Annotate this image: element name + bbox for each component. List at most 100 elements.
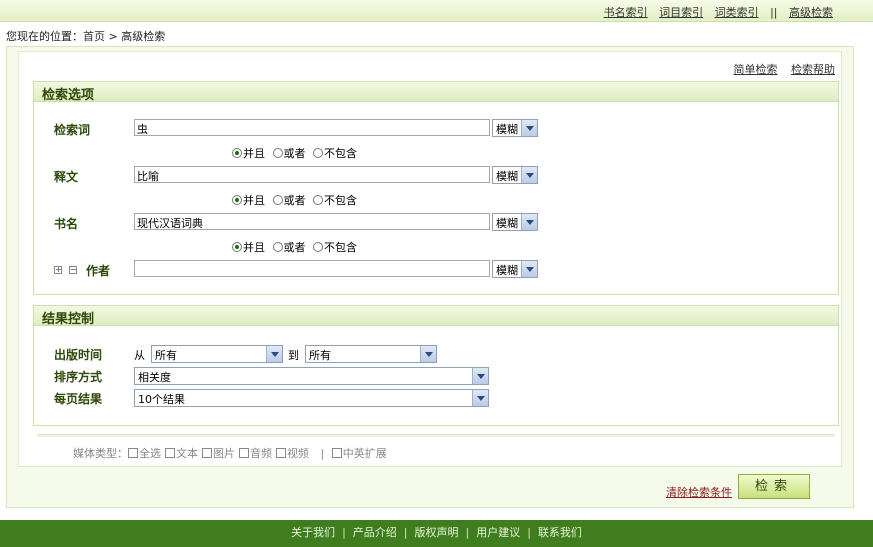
chevron-down-icon <box>266 346 282 362</box>
definition-match-value: 模糊 <box>496 170 518 183</box>
definition-operator-group: 并且 或者 不包含 <box>232 192 361 208</box>
checkbox-label: 文本 <box>176 447 198 460</box>
result-control-panel: 结果控制 出版时间 从 所有 到 所有 排序方式 相关度 每页结果 10个结果 <box>33 305 839 426</box>
per-page-select[interactable]: 10个结果 <box>134 389 489 407</box>
checkbox-label: 全选 <box>139 447 161 460</box>
to-label: 到 <box>288 349 299 362</box>
chevron-down-icon <box>521 120 537 136</box>
footer: 关于我们 | 产品介绍 | 版权声明 | 用户建议 | 联系我们 <box>0 520 873 547</box>
radio-or-keyword[interactable] <box>272 148 283 158</box>
search-help-link[interactable]: 检索帮助 <box>791 63 835 76</box>
radio-and-book-title[interactable] <box>232 242 242 252</box>
checkbox-video[interactable] <box>276 448 286 458</box>
pub-time-from-value: 所有 <box>155 349 177 362</box>
top-nav: 书名索引 词目索引 词类索引 || 高级检索 <box>596 4 833 20</box>
footer-about-link[interactable]: 关于我们 <box>291 526 335 539</box>
radio-and-definition[interactable] <box>232 195 242 205</box>
main-container: 简单检索 检索帮助 检索选项 检索词 虫 模糊 并且 或者 不包含 释文 比喻 … <box>6 46 854 508</box>
keyword-label: 检索词 <box>54 123 91 137</box>
checkbox-image[interactable] <box>202 448 212 458</box>
radio-label: 不包含 <box>324 147 357 160</box>
radio-label: 或者 <box>283 147 306 160</box>
definition-match-select[interactable]: 模糊 <box>492 166 538 184</box>
book-title-operator-group: 并且 或者 不包含 <box>232 239 361 255</box>
checkbox-select-all[interactable] <box>128 448 138 458</box>
radio-label: 不包含 <box>324 194 357 207</box>
breadcrumb-arrow: > <box>108 30 118 43</box>
breadcrumb-prefix: 您现在的位置： <box>6 30 83 43</box>
checkbox-label: 视频 <box>287 447 309 460</box>
radio-label: 并且 <box>243 241 265 254</box>
author-match-value: 模糊 <box>496 264 518 277</box>
footer-separator: | <box>465 526 470 539</box>
pub-time-from-select[interactable]: 所有 <box>151 345 283 363</box>
radio-or-definition[interactable] <box>272 195 283 205</box>
radio-not-book-title[interactable] <box>313 242 323 252</box>
radio-or-book-title[interactable] <box>272 242 283 252</box>
per-page-label: 每页结果 <box>54 392 103 406</box>
keyword-match-select[interactable]: 模糊 <box>492 119 538 137</box>
book-title-match-select[interactable]: 模糊 <box>492 213 538 231</box>
entry-index-link[interactable]: 词目索引 <box>659 6 703 19</box>
pub-time-to-value: 所有 <box>309 349 331 362</box>
result-control-title: 结果控制 <box>34 306 838 327</box>
chevron-down-icon <box>420 346 436 362</box>
search-options-panel: 检索选项 检索词 虫 模糊 并且 或者 不包含 释文 比喻 模糊 并且 或者 不… <box>33 81 839 295</box>
sort-select[interactable]: 相关度 <box>134 367 489 385</box>
footer-contact-link[interactable]: 联系我们 <box>538 526 582 539</box>
book-index-link[interactable]: 书名索引 <box>604 6 648 19</box>
clear-conditions-link[interactable]: 清除检索条件 <box>666 484 732 500</box>
chevron-down-icon <box>472 368 488 384</box>
search-options-title: 检索选项 <box>34 82 838 103</box>
checkbox-audio[interactable] <box>239 448 249 458</box>
breadcrumb-home-link[interactable]: 首页 <box>83 30 105 43</box>
media-divider: | <box>320 447 325 460</box>
radio-label: 并且 <box>243 147 265 160</box>
definition-label: 释文 <box>54 170 79 184</box>
checkbox-text[interactable] <box>165 448 175 458</box>
per-page-value: 10个结果 <box>138 393 185 406</box>
search-form: 简单检索 检索帮助 检索选项 检索词 虫 模糊 并且 或者 不包含 释文 比喻 … <box>18 51 842 467</box>
pub-time-label: 出版时间 <box>54 348 103 362</box>
radio-and-keyword[interactable] <box>232 148 242 158</box>
advanced-search-link[interactable]: 高级检索 <box>789 6 833 19</box>
checkbox-cn-en-extension[interactable] <box>331 448 342 458</box>
radio-label: 或者 <box>283 241 306 254</box>
author-match-select[interactable]: 模糊 <box>492 260 538 278</box>
minus-box-icon[interactable]: − <box>69 266 77 274</box>
simple-search-link[interactable]: 简单检索 <box>734 63 778 76</box>
definition-input[interactable]: 比喻 <box>134 166 490 183</box>
book-title-input[interactable]: 现代汉语词典 <box>134 213 490 230</box>
footer-feedback-link[interactable]: 用户建议 <box>476 526 520 539</box>
footer-products-link[interactable]: 产品介绍 <box>353 526 397 539</box>
pub-time-to-select[interactable]: 所有 <box>305 345 437 363</box>
top-nav-separator: || <box>770 6 778 19</box>
plus-box-icon[interactable]: + <box>54 266 62 274</box>
book-title-label: 书名 <box>54 217 79 231</box>
checkbox-label: 音频 <box>250 447 272 460</box>
author-label: 作者 <box>86 264 111 278</box>
footer-separator: | <box>527 526 531 539</box>
footer-copyright-link[interactable]: 版权声明 <box>415 526 459 539</box>
keyword-input[interactable]: 虫 <box>134 119 490 136</box>
checkbox-label: 图片 <box>213 447 235 460</box>
divider <box>37 434 835 437</box>
chevron-down-icon <box>521 261 537 277</box>
search-button[interactable]: 检索 <box>738 474 810 499</box>
top-bar: 书名索引 词目索引 词类索引 || 高级检索 <box>0 0 873 22</box>
keyword-match-value: 模糊 <box>496 123 518 136</box>
footer-separator: | <box>403 526 408 539</box>
sort-label: 排序方式 <box>54 370 103 384</box>
radio-not-keyword[interactable] <box>313 148 323 158</box>
radio-label: 或者 <box>283 194 306 207</box>
chevron-down-icon <box>521 214 537 230</box>
radio-label: 不包含 <box>324 241 357 254</box>
author-input[interactable] <box>134 260 490 277</box>
keyword-operator-group: 并且 或者 不包含 <box>232 145 361 161</box>
chevron-down-icon <box>521 167 537 183</box>
media-type-row: 媒体类型： 全选 文本 图片 音频 视频 | 中英扩展 <box>73 445 387 461</box>
category-index-link[interactable]: 词类索引 <box>715 6 759 19</box>
radio-not-definition[interactable] <box>313 195 323 205</box>
from-label: 从 <box>134 349 145 362</box>
help-links: 简单检索 检索帮助 <box>724 61 836 77</box>
